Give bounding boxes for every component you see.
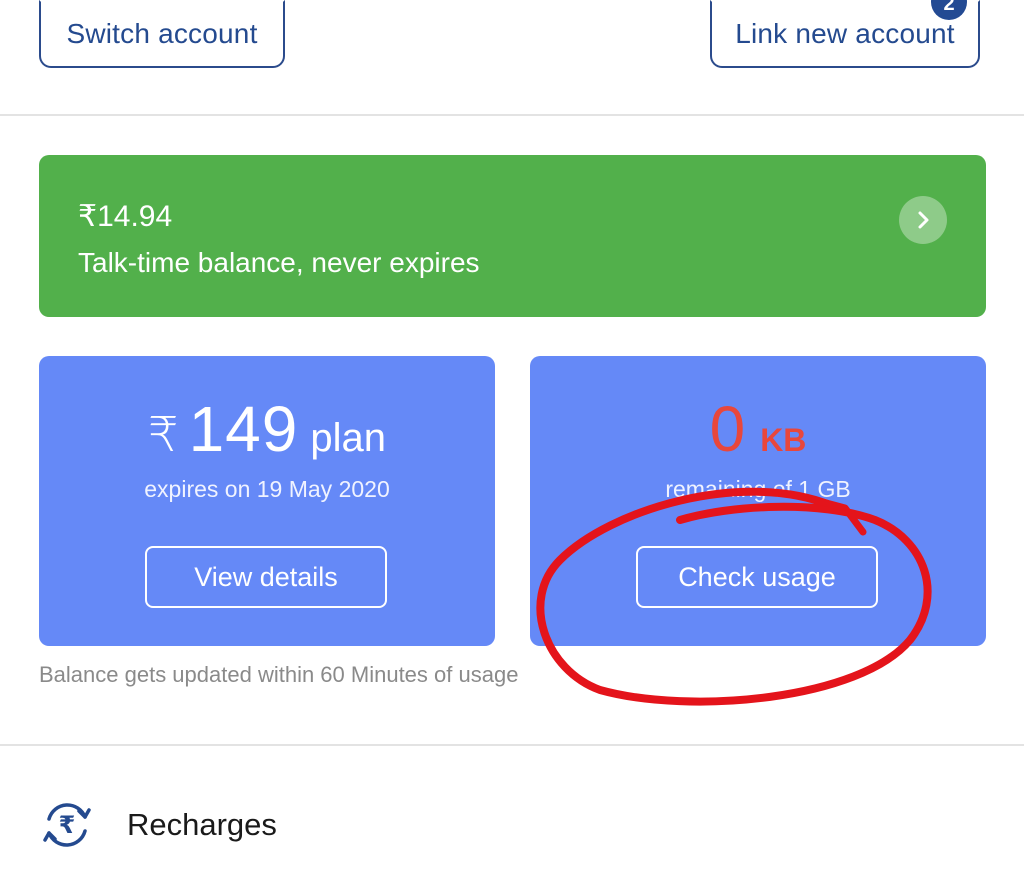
svg-text:₹: ₹	[59, 811, 76, 839]
data-remaining-label: remaining of 1 GB	[665, 476, 851, 502]
check-usage-button[interactable]: Check usage	[636, 546, 878, 608]
account-actions-bar: Switch account Link new account 2	[0, 0, 1024, 115]
section-divider	[0, 744, 1024, 746]
plan-expiry: expires on 19 May 2020	[144, 476, 390, 502]
recharges-label: Recharges	[127, 807, 277, 842]
switch-account-button[interactable]: Switch account	[39, 0, 285, 68]
talktime-balance-card[interactable]: ₹14.94 Talk-time balance, never expires	[39, 155, 986, 317]
recharges-row[interactable]: ₹ Recharges	[39, 795, 277, 855]
data-remaining-value: 0 KB	[530, 392, 986, 466]
plan-price: ₹ 149 plan	[39, 392, 495, 466]
account-overview-page: Switch account Link new account 2 ₹14.94…	[0, 0, 1024, 873]
view-details-button[interactable]: View details	[145, 546, 387, 608]
data-amount: 0	[709, 393, 747, 465]
plan-unit: plan	[310, 416, 386, 460]
talktime-label: Talk-time balance, never expires	[78, 247, 480, 278]
talktime-amount: ₹14.94	[78, 200, 173, 233]
data-usage-card: 0 KB remaining of 1 GB Check usage	[530, 356, 986, 646]
plan-currency: ₹	[148, 409, 179, 462]
chevron-right-icon[interactable]	[899, 196, 947, 244]
plan-card: ₹ 149 plan expires on 19 May 2020 View d…	[39, 356, 495, 646]
rupee-refresh-icon: ₹	[39, 797, 95, 853]
balance-update-note: Balance gets updated within 60 Minutes o…	[39, 662, 519, 687]
section-divider	[0, 114, 1024, 116]
data-unit: KB	[760, 422, 807, 458]
plan-amount: 149	[188, 393, 299, 465]
